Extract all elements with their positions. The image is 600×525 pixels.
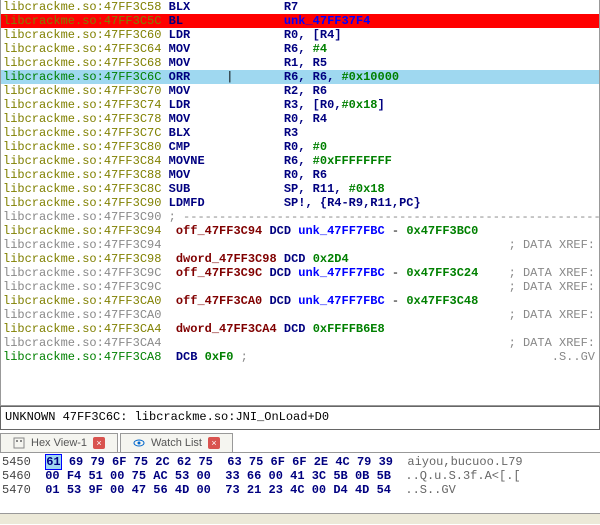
hex-view[interactable]: 5450 61 69 79 6F 75 2C 62 75 63 75 6F 6F… [0, 453, 600, 513]
disasm-line[interactable]: libcrackme.so:47FF3C7C BLX R3 [1, 126, 599, 140]
hex-row[interactable]: 5470 01 53 9F 00 47 56 4D 00 73 21 23 4C… [2, 483, 598, 497]
disasm-line[interactable]: libcrackme.so:47FF3CA0 ; DATA XREF: [1, 308, 599, 322]
disasm-line[interactable]: libcrackme.so:47FF3C94 off_47FF3C94 DCD … [1, 224, 599, 238]
hex-row[interactable]: 5460 00 F4 51 00 75 AC 53 00 33 66 00 41… [2, 469, 598, 483]
disasm-line[interactable]: libcrackme.so:47FF3CA4 ; DATA XREF: [1, 336, 599, 350]
disasm-line[interactable]: libcrackme.so:47FF3CA0 off_47FF3CA0 DCD … [1, 294, 599, 308]
disasm-line[interactable]: libcrackme.so:47FF3C90 LDMFD SP!, {R4-R9… [1, 196, 599, 210]
disasm-line[interactable]: libcrackme.so:47FF3C9C off_47FF3C9C DCD … [1, 266, 599, 280]
tab-hex-view[interactable]: Hex View-1 × [0, 433, 118, 452]
disasm-line[interactable]: libcrackme.so:47FF3C60 LDR R0, [R4] [1, 28, 599, 42]
close-icon[interactable]: × [208, 437, 220, 449]
disasm-line[interactable]: libcrackme.so:47FF3CA8 DCB 0xF0 ;.S..GV [1, 350, 599, 364]
status-bar: UNKNOWN 47FF3C6C: libcrackme.so:JNI_OnLo… [0, 406, 600, 430]
disasm-line[interactable]: libcrackme.so:47FF3C5C BL unk_47FF37F4 [1, 14, 599, 28]
disasm-line[interactable]: libcrackme.so:47FF3C58 BLX R7 [1, 0, 599, 14]
disassembly-view[interactable]: libcrackme.so:47FF3C58 BLX R7libcrackme.… [0, 0, 600, 406]
disasm-line[interactable]: libcrackme.so:47FF3C80 CMP R0, #0 [1, 140, 599, 154]
hex-icon [13, 437, 25, 449]
disasm-line[interactable]: libcrackme.so:47FF3C70 MOV R2, R6 [1, 84, 599, 98]
tab-label: Hex View-1 [31, 437, 87, 449]
hex-row[interactable]: 5450 61 69 79 6F 75 2C 62 75 63 75 6F 6F… [2, 455, 598, 469]
disasm-line[interactable]: libcrackme.so:47FF3C90 ; ---------------… [1, 210, 599, 224]
disasm-line[interactable]: libcrackme.so:47FF3C68 MOV R1, R5 [1, 56, 599, 70]
disasm-line[interactable]: libcrackme.so:47FF3C84 MOVNE R6, #0xFFFF… [1, 154, 599, 168]
bottom-tabs: Hex View-1 × Watch List × [0, 430, 600, 453]
disasm-line[interactable]: libcrackme.so:47FF3C64 MOV R6, #4 [1, 42, 599, 56]
close-icon[interactable]: × [93, 437, 105, 449]
tab-label: Watch List [151, 437, 202, 449]
disasm-line[interactable]: libcrackme.so:47FF3C94 ; DATA XREF: [1, 238, 599, 252]
disasm-line[interactable]: libcrackme.so:47FF3C88 MOV R0, R6 [1, 168, 599, 182]
disasm-line[interactable]: libcrackme.so:47FF3C74 LDR R3, [R0,#0x18… [1, 98, 599, 112]
watch-icon [133, 437, 145, 449]
disasm-line[interactable]: libcrackme.so:47FF3C78 MOV R0, R4 [1, 112, 599, 126]
bottom-bar [0, 513, 600, 524]
disasm-line[interactable]: libcrackme.so:47FF3CA4 dword_47FF3CA4 DC… [1, 322, 599, 336]
disasm-line[interactable]: libcrackme.so:47FF3C9C ; DATA XREF: [1, 280, 599, 294]
disasm-line[interactable]: libcrackme.so:47FF3C8C SUB SP, R11, #0x1… [1, 182, 599, 196]
disasm-line[interactable]: libcrackme.so:47FF3C6C ORR | R6, R6, #0x… [1, 70, 599, 84]
disasm-line[interactable]: libcrackme.so:47FF3C98 dword_47FF3C98 DC… [1, 252, 599, 266]
tab-watch-list[interactable]: Watch List × [120, 433, 233, 452]
